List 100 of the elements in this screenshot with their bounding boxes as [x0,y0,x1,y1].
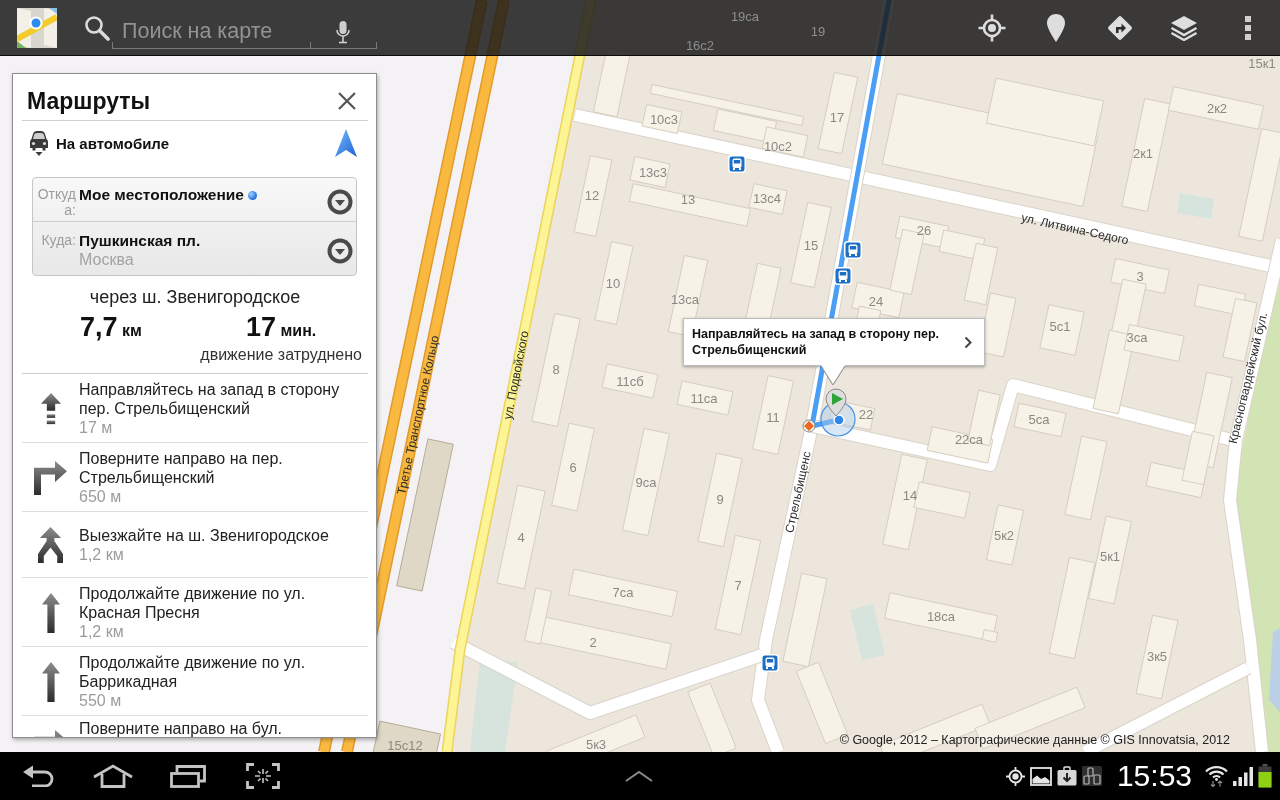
house-number-label: 7 [734,578,742,593]
callout-pointer [821,365,845,385]
house-number-label: 19 [810,24,826,39]
clock-time: 15:53 [1116,760,1192,792]
download-icon [1056,766,1077,786]
battery-icon [1258,764,1272,788]
car-icon[interactable] [30,130,48,156]
house-number-label: 2 [589,635,597,650]
step-instruction[interactable]: Поверните направо на бул. [79,719,283,737]
house-number-label: 13 [680,192,696,207]
house-number-label: 13са [670,292,700,307]
step-instruction[interactable]: Поверните направо на пер. Стрельбищенский [79,449,364,487]
step-instruction[interactable]: Выезжайте на ш. Звенигородское [79,526,329,545]
house-number-label: 14 [902,488,918,503]
house-number-label: 19са [730,9,760,24]
house-number-label: 17 [829,110,845,125]
house-number-label: 24 [868,294,884,309]
step-instruction[interactable]: Направляйтесь на запад в сторону пер. Стрельбищенский [79,380,364,418]
devices-icon [1081,766,1102,786]
gallery-icon [1029,766,1052,786]
route-duration: 17 мин. [246,312,317,344]
house-number-label: 6 [569,460,577,475]
lawn-area [850,604,885,660]
field-label: Откуда: [36,186,76,218]
dashed-arrow-up-icon [40,392,61,425]
house-number-label: 10с2 [763,139,793,154]
step-distance: 1,2 км [79,622,124,641]
bus-stop-icon[interactable] [844,241,862,259]
navigation-arrow-icon[interactable] [335,129,357,157]
house-number-label: 2к1 [1132,146,1154,161]
panel-title: Маршруты [27,87,151,115]
building [986,504,1024,566]
waypoint-marker-icon [802,419,816,433]
dropdown-icon[interactable] [327,237,353,264]
step-distance: 17 м [79,418,113,437]
house-number-label: 9 [716,492,724,507]
dropdown-icon[interactable] [327,188,353,215]
turn-right-arrow-icon [33,460,68,495]
house-number-label: 5к3 [585,737,607,752]
house-number-label: 15 [803,238,819,253]
house-number-label: 8 [552,362,560,377]
traffic-status: движение затруднено [200,346,362,363]
house-number-label: 16с2 [685,38,715,53]
bus-stop-icon[interactable] [761,654,779,672]
chevron-right-icon [964,335,972,349]
travel-mode-label[interactable]: На автомобиле [56,134,170,152]
location-target-icon [1005,766,1025,786]
wifi-icon [1205,765,1228,787]
step-distance: 650 м [79,487,122,506]
house-number-label: 15к1 [1248,56,1276,71]
building [1039,304,1085,356]
map-attribution: © Google, 2012 – Картографические данные © GIS Innovatsia, 2012 [839,733,1230,747]
house-number-label: 3 [1136,269,1144,284]
house-number-label: 13с4 [752,191,782,206]
start-flag-icon [825,388,847,417]
maps-logo-icon[interactable] [17,7,57,48]
house-number-label: 4 [517,530,525,545]
arrow-up-icon [41,592,60,633]
step-instruction[interactable]: Продолжайте движение по ул. Красная Пресня [79,584,364,622]
house-number-label: 3к5 [1146,649,1168,664]
merge-arrow-icon [38,527,63,563]
step-distance: 550 м [79,691,122,710]
building [687,682,737,752]
recent-apps-icon[interactable] [169,764,206,788]
back-icon[interactable] [21,765,54,787]
house-number-label: 26 [916,223,932,238]
house-number-label: 5к2 [993,528,1015,543]
destination-city: Москва [79,250,134,269]
house-number-label: 18са [926,609,956,624]
house-number-label: 12 [584,188,600,203]
signal-icon [1233,766,1253,786]
arrow-up-icon [41,661,60,702]
house-number-label: 7са [612,585,634,600]
house-number-label: 5с1 [1049,319,1071,334]
house-number-label: 13с3 [638,165,668,180]
overflow-menu-icon[interactable] [1245,15,1251,40]
origin-value[interactable]: Мое местоположение [79,186,244,204]
house-number-label: 15с12 [387,738,423,752]
house-number-label: 22 [858,407,874,422]
bus-stop-icon[interactable] [728,155,746,173]
chevron-up-icon[interactable] [624,770,654,782]
microphone-icon[interactable] [336,19,350,44]
my-location-icon[interactable] [978,13,1006,42]
layers-icon[interactable] [1170,14,1198,41]
screenshot-icon[interactable] [245,763,280,789]
step-instruction[interactable]: Продолжайте движение по ул. Баррикадная [79,653,364,691]
bus-stop-icon[interactable] [834,267,852,285]
route-distance: 7,7 км [79,312,143,344]
destination-value[interactable]: Пушкинская пл. [79,232,201,250]
map-pin-icon[interactable] [1046,12,1066,43]
house-number-label: 10 [605,276,621,291]
house-number-label: 11са [690,391,718,406]
home-icon[interactable] [92,764,133,788]
house-number-label: 5к1 [1099,549,1121,564]
close-icon[interactable] [337,91,357,111]
building [601,363,659,399]
location-dot-icon [247,190,257,200]
search-icon[interactable] [84,14,110,41]
house-number-label: 9са [635,475,657,490]
building [676,380,734,416]
